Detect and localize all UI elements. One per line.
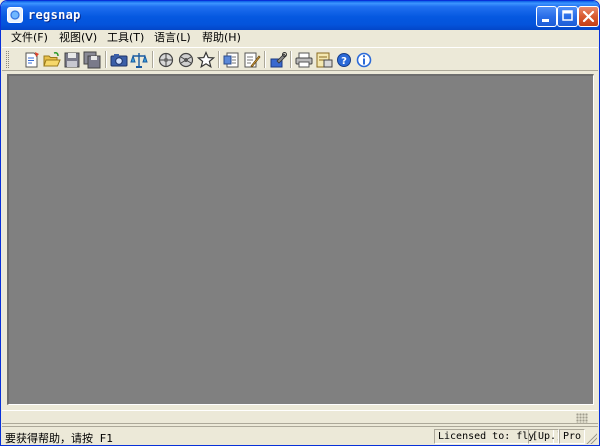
new-snapshot-icon[interactable] (23, 51, 41, 69)
camera-icon[interactable] (110, 51, 128, 69)
toolbar-separator (105, 51, 107, 68)
maximize-button[interactable] (557, 6, 578, 27)
status-edition: Pro (559, 429, 585, 444)
save-icon[interactable] (63, 51, 81, 69)
network-compare-icon[interactable] (177, 51, 195, 69)
menu-bar: 文件(F) 视图(V) 工具(T) 语言(L) 帮助(H) (2, 30, 598, 47)
info-icon[interactable] (355, 51, 373, 69)
menu-language[interactable]: 语言(L) (152, 31, 193, 45)
workspace-area[interactable] (7, 74, 594, 405)
toolbar-separator (218, 51, 220, 68)
edit-icon[interactable] (243, 51, 261, 69)
toolbar-separator (152, 51, 154, 68)
status-hint: 要获得帮助，请按 F1 (5, 432, 113, 445)
window-title: regsnap (28, 8, 81, 22)
maximize-icon (562, 10, 573, 21)
bar-grip[interactable] (576, 413, 588, 423)
print-preview-icon[interactable] (315, 51, 333, 69)
status-upgrade: [Up.] (528, 429, 559, 444)
menu-view[interactable]: 视图(V) (57, 31, 99, 45)
open-folder-icon[interactable] (43, 51, 61, 69)
minimize-button[interactable] (536, 6, 557, 27)
menu-tools[interactable]: 工具(T) (105, 31, 146, 45)
close-button[interactable] (578, 6, 599, 27)
app-window: regsnap 文件(F) 视图(V) 工具(T) 语言(L) 帮助(H) ? … (0, 0, 600, 446)
title-bar[interactable]: regsnap (1, 1, 599, 30)
print-icon[interactable] (295, 51, 313, 69)
menu-help[interactable]: 帮助(H) (200, 31, 243, 45)
app-icon[interactable] (7, 7, 23, 23)
toolbar-separator (264, 51, 266, 68)
horizontal-bar (2, 410, 598, 424)
close-icon (582, 10, 595, 23)
help-icon[interactable]: ? (335, 51, 353, 69)
resize-grip[interactable] (585, 432, 597, 444)
toolbar-separator (290, 51, 292, 68)
toolbar-grip[interactable] (6, 51, 9, 68)
save-all-icon[interactable] (83, 51, 101, 69)
menu-file[interactable]: 文件(F) (9, 31, 50, 45)
status-bar: 要获得帮助，请按 F1 Licensed to: fly [Up.] Pro (2, 426, 598, 445)
report-icon[interactable] (223, 51, 241, 69)
favorite-star-icon[interactable] (197, 51, 215, 69)
minimize-icon (542, 19, 549, 22)
network-icon[interactable] (157, 51, 175, 69)
compare-icon[interactable] (130, 51, 148, 69)
settings-wrench-icon[interactable] (269, 51, 287, 69)
svg-text:?: ? (341, 56, 347, 67)
toolbar: ? (2, 47, 598, 71)
